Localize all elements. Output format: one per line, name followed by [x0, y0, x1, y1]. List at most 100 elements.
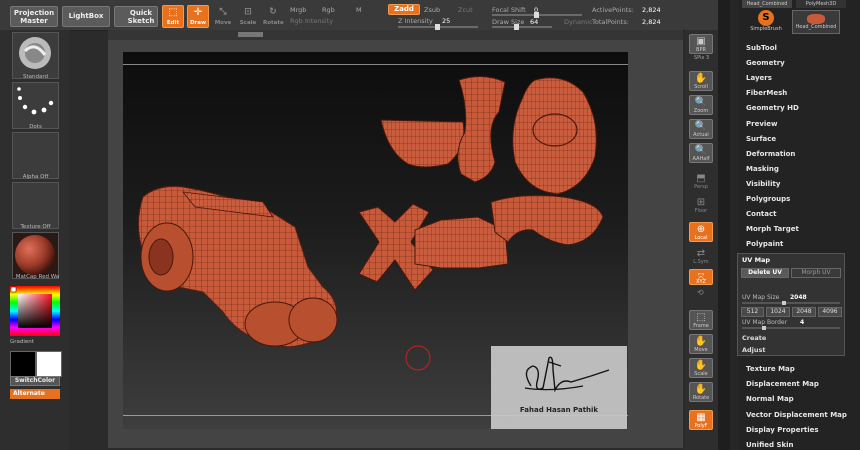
- brush-standard-thumbnail[interactable]: [12, 32, 59, 79]
- draw-button[interactable]: ✛ Draw: [187, 5, 209, 28]
- viewport-canvas[interactable]: Fahad Hasan Pathik: [123, 52, 628, 429]
- draw-size-value: 64: [530, 18, 539, 26]
- material-thumbnail[interactable]: [12, 232, 59, 279]
- morph-uv-button[interactable]: Morph UV: [791, 268, 841, 278]
- menu-item-unified-skin[interactable]: Unified Skin: [746, 441, 794, 449]
- uv-map-border-knob[interactable]: [762, 326, 766, 330]
- menu-item-morph-target[interactable]: Morph Target: [746, 225, 799, 233]
- alpha-thumbnail[interactable]: [12, 132, 59, 179]
- lsym-button[interactable]: ⇄ L.Sym: [689, 246, 713, 266]
- menu-item-surface[interactable]: Surface: [746, 135, 776, 143]
- zsub-toggle[interactable]: Zsub: [424, 6, 440, 14]
- projection-master-button[interactable]: Projection Master: [10, 6, 58, 27]
- menu-item-geometry[interactable]: Geometry: [746, 59, 785, 67]
- menu-item-visibility[interactable]: Visibility: [746, 180, 780, 188]
- menu-item-displacement-map[interactable]: Displacement Map: [746, 380, 819, 388]
- stroke-dots-thumbnail[interactable]: [12, 82, 59, 129]
- matcap-label: MatCap Red Wa: [15, 274, 60, 280]
- menu-item-fibermesh[interactable]: FiberMesh: [746, 89, 787, 97]
- secondary-color-swatch[interactable]: [36, 351, 62, 377]
- persp-button[interactable]: ⬒ Persp: [689, 171, 713, 191]
- uv-map-size-slider[interactable]: [742, 301, 840, 305]
- uv-map-panel: UV Map Delete UV Morph UV UV Map Size 20…: [737, 253, 845, 356]
- uv-size-1024-button[interactable]: 1024: [766, 307, 790, 317]
- menu-item-polypaint[interactable]: Polypaint: [746, 240, 783, 248]
- move-button[interactable]: ⤡ Move: [212, 5, 234, 28]
- uv-size-2048-button[interactable]: 2048: [792, 307, 816, 317]
- scrollbar-left[interactable]: [718, 0, 730, 450]
- xyz-button[interactable]: ⤧ XYZ: [689, 269, 713, 285]
- 3d-mesh-object: [138, 186, 338, 348]
- scroll-button[interactable]: ✋ Scroll: [689, 71, 713, 91]
- mrgb-toggle[interactable]: Mrgb: [290, 6, 306, 14]
- edit-button[interactable]: ⬚ Edit: [162, 5, 184, 28]
- uv-map-size-value: 2048: [790, 294, 807, 301]
- head-combined-tab[interactable]: Head_Combined: [742, 0, 792, 8]
- scale-button[interactable]: ⊡ Scale: [237, 5, 259, 28]
- alternate-button[interactable]: Alternate: [10, 389, 60, 399]
- edit-label: Edit: [166, 20, 180, 26]
- color-picker[interactable]: [10, 286, 60, 336]
- lightbox-button[interactable]: LightBox: [62, 6, 110, 27]
- menu-item-layers[interactable]: Layers: [746, 74, 772, 82]
- draw-size-slider[interactable]: [492, 24, 552, 30]
- texture-thumbnail[interactable]: [12, 182, 59, 229]
- menu-item-contact[interactable]: Contact: [746, 210, 777, 218]
- quick-sketch-button[interactable]: Quick Sketch: [114, 6, 158, 27]
- scrollbar-right[interactable]: [730, 0, 738, 450]
- adjust-subpalette[interactable]: Adjust: [742, 346, 766, 354]
- uv-size-4096-button[interactable]: 4096: [818, 307, 842, 317]
- polymesh3d-tab[interactable]: PolyMesh3D: [796, 0, 846, 8]
- polyf-button[interactable]: ▦ PolyF: [689, 410, 713, 430]
- bpr-button[interactable]: ▣ BPR: [689, 34, 713, 54]
- aahalf-label: AAHalf: [692, 156, 710, 162]
- menu-item-geometry-hd[interactable]: Geometry HD: [746, 104, 799, 112]
- dots-stroke-icon: [17, 87, 54, 115]
- frame-button[interactable]: ⬚ Frame: [689, 310, 713, 330]
- rgb-toggle[interactable]: Rgb: [322, 6, 335, 14]
- canvas-top-strip: [108, 30, 683, 40]
- uv-map-border-slider[interactable]: [742, 326, 840, 330]
- simple-brush-label: SimpleBrush: [750, 26, 782, 32]
- m-toggle[interactable]: M: [356, 6, 362, 14]
- zoom-label: Zoom: [693, 108, 709, 114]
- floor-button[interactable]: ⊞ Floor: [689, 195, 713, 215]
- zadd-toggle[interactable]: Zadd: [388, 4, 420, 15]
- menu-item-polygroups[interactable]: Polygroups: [746, 195, 790, 203]
- switch-color-button[interactable]: SwitchColor: [10, 376, 60, 386]
- menu-item-masking[interactable]: Masking: [746, 165, 779, 173]
- uv-size-512-button[interactable]: 512: [741, 307, 764, 317]
- local-button[interactable]: ⊕ Local: [689, 222, 713, 242]
- menu-item-vector-displacement-map[interactable]: Vector Displacement Map: [746, 411, 847, 419]
- rotate-view-button[interactable]: ✋ Rotate: [689, 382, 713, 402]
- rotate-small-icon[interactable]: ⟲: [697, 288, 704, 297]
- actual-button[interactable]: 🔍 Actual: [689, 119, 713, 139]
- simple-brush-tool[interactable]: S SimpleBrush: [744, 10, 788, 34]
- menu-item-deformation[interactable]: Deformation: [746, 150, 795, 158]
- zcut-toggle[interactable]: Zcut: [458, 6, 473, 14]
- move-view-label: Move: [694, 347, 708, 353]
- standard-label: Standard: [22, 74, 49, 80]
- menu-item-normal-map[interactable]: Normal Map: [746, 395, 794, 403]
- canvas-scroll-handle[interactable]: [238, 32, 263, 37]
- z-intensity-slider[interactable]: [398, 24, 478, 30]
- focal-shift-slider[interactable]: [492, 12, 582, 18]
- menu-item-subtool[interactable]: SubTool: [746, 44, 777, 52]
- uv-map-title[interactable]: UV Map: [742, 256, 770, 264]
- aahalf-button[interactable]: 🔍 AAHalf: [689, 143, 713, 163]
- total-points-label: TotalPoints:: [592, 18, 629, 26]
- menu-item-preview[interactable]: Preview: [746, 120, 778, 128]
- menu-item-texture-map[interactable]: Texture Map: [746, 365, 795, 373]
- scale-view-button[interactable]: ✋ Scale: [689, 358, 713, 378]
- head-combined-tool[interactable]: Head_Combined: [792, 10, 840, 34]
- move-view-button[interactable]: ✋ Move: [689, 334, 713, 354]
- menu-item-display-properties[interactable]: Display Properties: [746, 426, 819, 434]
- create-subpalette[interactable]: Create: [742, 334, 766, 342]
- dynamic-toggle[interactable]: Dynamic: [564, 18, 593, 26]
- signature-watermark: Fahad Hasan Pathik: [491, 346, 627, 429]
- zoom-button[interactable]: 🔍 Zoom: [689, 95, 713, 115]
- primary-color-swatch[interactable]: [10, 351, 36, 377]
- rotate-button[interactable]: ↻ Rotate: [262, 5, 284, 28]
- uv-map-size-knob[interactable]: [782, 301, 786, 305]
- delete-uv-button[interactable]: Delete UV: [741, 268, 789, 278]
